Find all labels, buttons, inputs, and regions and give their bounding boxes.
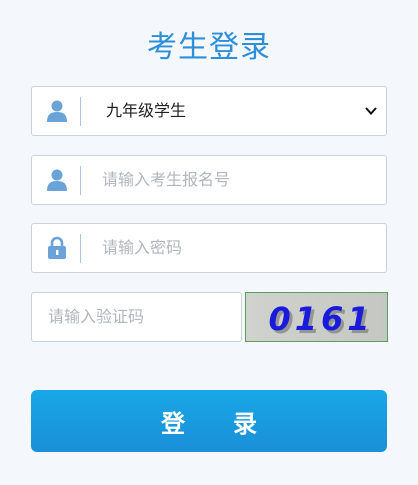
grade-select-value: 九年级学生 <box>106 101 187 120</box>
password-input[interactable]: 请输入密码 <box>31 223 387 273</box>
field-divider <box>80 234 81 263</box>
login-button[interactable]: 登 录 <box>31 390 387 452</box>
login-button-label: 登 录 <box>161 409 257 438</box>
captcha-image[interactable]: 0161 0161 <box>245 292 388 342</box>
field-divider <box>80 166 81 195</box>
captcha-graphic: 0161 0161 <box>246 293 387 341</box>
user-icon <box>32 87 82 135</box>
captcha-text: 0161 <box>268 300 373 338</box>
captcha-placeholder: 请输入验证码 <box>48 307 145 326</box>
password-placeholder: 请输入密码 <box>102 238 183 257</box>
exam-number-placeholder: 请输入考生报名号 <box>102 170 231 189</box>
page-title: 考生登录 <box>147 30 271 65</box>
grade-select[interactable]: 九年级学生 <box>31 86 387 136</box>
chevron-down-icon <box>365 107 377 115</box>
field-divider <box>80 97 81 126</box>
lock-icon <box>32 224 82 272</box>
captcha-input[interactable]: 请输入验证码 <box>31 292 242 342</box>
user-icon <box>32 156 82 204</box>
exam-number-input[interactable]: 请输入考生报名号 <box>31 155 387 205</box>
